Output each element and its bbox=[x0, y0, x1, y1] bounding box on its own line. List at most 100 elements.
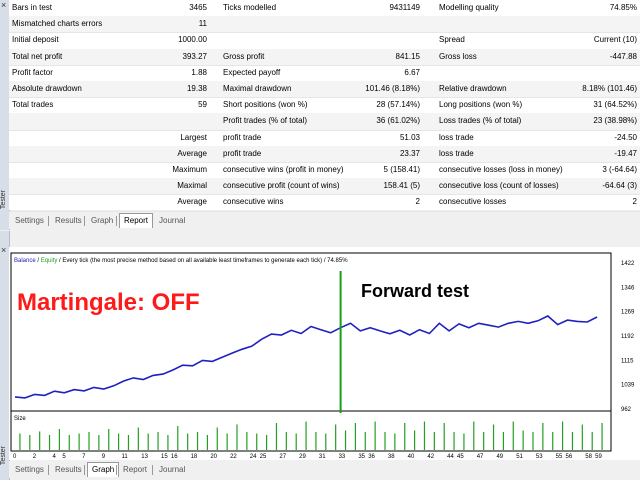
report-cell-v3 bbox=[529, 16, 637, 32]
report-row: Initial deposit 1000.00 Spread Current (10) bbox=[9, 32, 640, 50]
report-cell-v1 bbox=[159, 194, 207, 210]
x-tick-label: 58 bbox=[585, 454, 592, 460]
report-cell-v1: 1000.00 bbox=[178, 35, 207, 45]
x-tick-label: 24 bbox=[250, 454, 257, 460]
report-cell-v1: 1.88 bbox=[191, 67, 207, 77]
x-tick-label: 35 bbox=[358, 454, 365, 460]
report-cell-v2: 9431149 bbox=[389, 3, 420, 12]
report-panel: Tester × Bars in test 3465 Ticks modelled 9… bbox=[0, 0, 640, 230]
report-row: Total net profit 393.27 Gross profit 841.15… bbox=[9, 48, 640, 66]
report-cell-v1 bbox=[159, 113, 207, 129]
tabs-top: Settings Results Graph Report Journal bbox=[9, 212, 640, 229]
report-row: Mismatched charts errors 11 bbox=[9, 16, 640, 34]
report-cell-v1: 11 bbox=[198, 19, 207, 29]
report-cell-v3: 31 (64.52%) bbox=[593, 100, 637, 110]
equity-legend: Equity bbox=[41, 258, 58, 264]
tab-bottom-report[interactable]: Report bbox=[119, 463, 151, 477]
report-cell-c1: Mismatched charts errors bbox=[12, 19, 103, 29]
y-tick-label: 1039 bbox=[621, 383, 635, 389]
tab-separator bbox=[116, 216, 117, 226]
report-cell-v1: 393.27 bbox=[182, 51, 207, 61]
x-tick-label: 55 bbox=[556, 454, 563, 460]
y-tick-label: 1192 bbox=[621, 334, 635, 340]
x-tick-label: 31 bbox=[319, 454, 326, 460]
x-tick-label: 5 bbox=[62, 454, 66, 460]
report-cell-v2: 158.41 (5) bbox=[383, 181, 420, 191]
report-cell-v3: 23 (38.98%) bbox=[593, 116, 637, 126]
report-row: Total trades 59 Short positions (won %) 28 … bbox=[9, 97, 640, 115]
x-tick-label: 40 bbox=[408, 454, 415, 460]
tab-bottom-graph[interactable]: Graph bbox=[87, 462, 120, 477]
tab-top-graph[interactable]: Graph bbox=[87, 214, 117, 228]
x-tick-label: 16 bbox=[171, 454, 178, 460]
tab-top-results[interactable]: Results bbox=[51, 214, 86, 228]
martingale-title: Martingale: OFF bbox=[17, 289, 200, 316]
x-tick-label: 4 bbox=[52, 454, 56, 460]
report-cell-v3: 74.85% bbox=[609, 3, 637, 12]
report-cell-v2: 841.15 bbox=[395, 51, 420, 61]
x-tick-label: 36 bbox=[368, 454, 375, 460]
report-cell-v2: 5 (158.41) bbox=[383, 165, 420, 174]
tab-separator bbox=[84, 216, 85, 226]
tab-top-report[interactable]: Report bbox=[119, 213, 154, 228]
y-tick-label: 962 bbox=[621, 407, 632, 413]
y-tick-label: 1115 bbox=[621, 358, 634, 364]
report-cell-v3 bbox=[529, 65, 637, 81]
header-rest: / Every tick (the most precise method ba… bbox=[57, 258, 348, 264]
tab-separator bbox=[116, 465, 117, 475]
y-tick-label: 1346 bbox=[621, 285, 635, 291]
report-cell-v2: 51.03 bbox=[399, 132, 420, 142]
report-cell-v2: 36 (61.02%) bbox=[376, 116, 420, 126]
tab-top-journal[interactable]: Journal bbox=[155, 214, 189, 228]
report-cell-v1: 19.38 bbox=[186, 84, 207, 93]
report-cell-v2: 28 (57.14%) bbox=[376, 100, 420, 110]
x-tick-label: 33 bbox=[339, 454, 346, 460]
tab-bottom-settings[interactable]: Settings bbox=[11, 463, 48, 477]
report-cell-v2: 23.37 bbox=[399, 148, 420, 158]
x-tick-label: 45 bbox=[457, 454, 464, 460]
report-cell-v1 bbox=[159, 146, 207, 162]
balance-legend: Balance bbox=[14, 258, 36, 264]
x-tick-label: 49 bbox=[496, 454, 503, 460]
report-cell-c1: Absolute drawdown bbox=[12, 84, 82, 93]
report-row: Maximum consecutive wins (profit in money… bbox=[9, 162, 640, 180]
report-cell-v3: 2 bbox=[632, 197, 637, 207]
balance-chart: Balance / Equity / Every tick (the most … bbox=[9, 247, 640, 460]
report-table: Bars in test 3465 Ticks modelled 9431149 Mod… bbox=[9, 0, 640, 212]
tester-side-label-bottom: Tester bbox=[0, 446, 7, 466]
tab-bottom-journal[interactable]: Journal bbox=[155, 463, 189, 477]
report-row: Profit trades (% of total) 36 (61.02%) Los… bbox=[9, 113, 640, 131]
tab-top-settings[interactable]: Settings bbox=[11, 214, 48, 228]
report-cell-v3: 8.18% (101.46) bbox=[582, 84, 637, 93]
report-cell-v2 bbox=[329, 16, 420, 32]
x-tick-label: 44 bbox=[447, 454, 454, 460]
x-tick-label: 9 bbox=[102, 454, 106, 460]
report-row: Bars in test 3465 Ticks modelled 9431149 Mod… bbox=[9, 0, 640, 18]
report-row: Profit factor 1.88 Expected payoff 6.67 bbox=[9, 65, 640, 82]
report-cell-c1: Total net profit bbox=[12, 51, 63, 61]
report-row: Absolute drawdown 19.38 Maximal drawdown 10… bbox=[9, 81, 640, 99]
report-cell-c1: Initial deposit bbox=[12, 35, 59, 45]
report-cell-v3: 3 (-64.64) bbox=[602, 165, 637, 174]
balance-chart-svg: Balance / Equity / Every tick (the most … bbox=[10, 252, 635, 460]
main-plot-frame bbox=[10, 252, 612, 412]
chart-header: Balance / Equity / Every tick (the most … bbox=[14, 258, 348, 264]
report-cell-v1 bbox=[159, 130, 207, 146]
close-icon[interactable]: × bbox=[1, 0, 6, 10]
tab-separator bbox=[48, 465, 49, 475]
report-cell-c1: Total trades bbox=[12, 100, 54, 110]
report-cell-v1 bbox=[159, 162, 207, 178]
report-cell-v3: -19.47 bbox=[614, 148, 637, 158]
tester-side-label: Tester bbox=[0, 190, 7, 210]
report-cell-v3: -24.50 bbox=[614, 132, 637, 142]
report-cell-v2: 2 bbox=[415, 197, 420, 207]
tabs-bottom: Settings Results Graph Report Journal bbox=[9, 461, 640, 478]
report-cell-v3: -447.88 bbox=[609, 51, 637, 61]
tab-bottom-results[interactable]: Results bbox=[51, 463, 86, 477]
report-cell-v3: -64.64 (3) bbox=[602, 181, 637, 191]
report-row: Maximal consecutive profit (count of wins… bbox=[9, 178, 640, 196]
report-row: Average consecutive wins 2 consecutive loss… bbox=[9, 194, 640, 212]
x-tick-label: 56 bbox=[566, 454, 573, 460]
close-icon-bottom[interactable]: × bbox=[1, 245, 6, 255]
x-tick-label: 0 bbox=[13, 454, 17, 460]
